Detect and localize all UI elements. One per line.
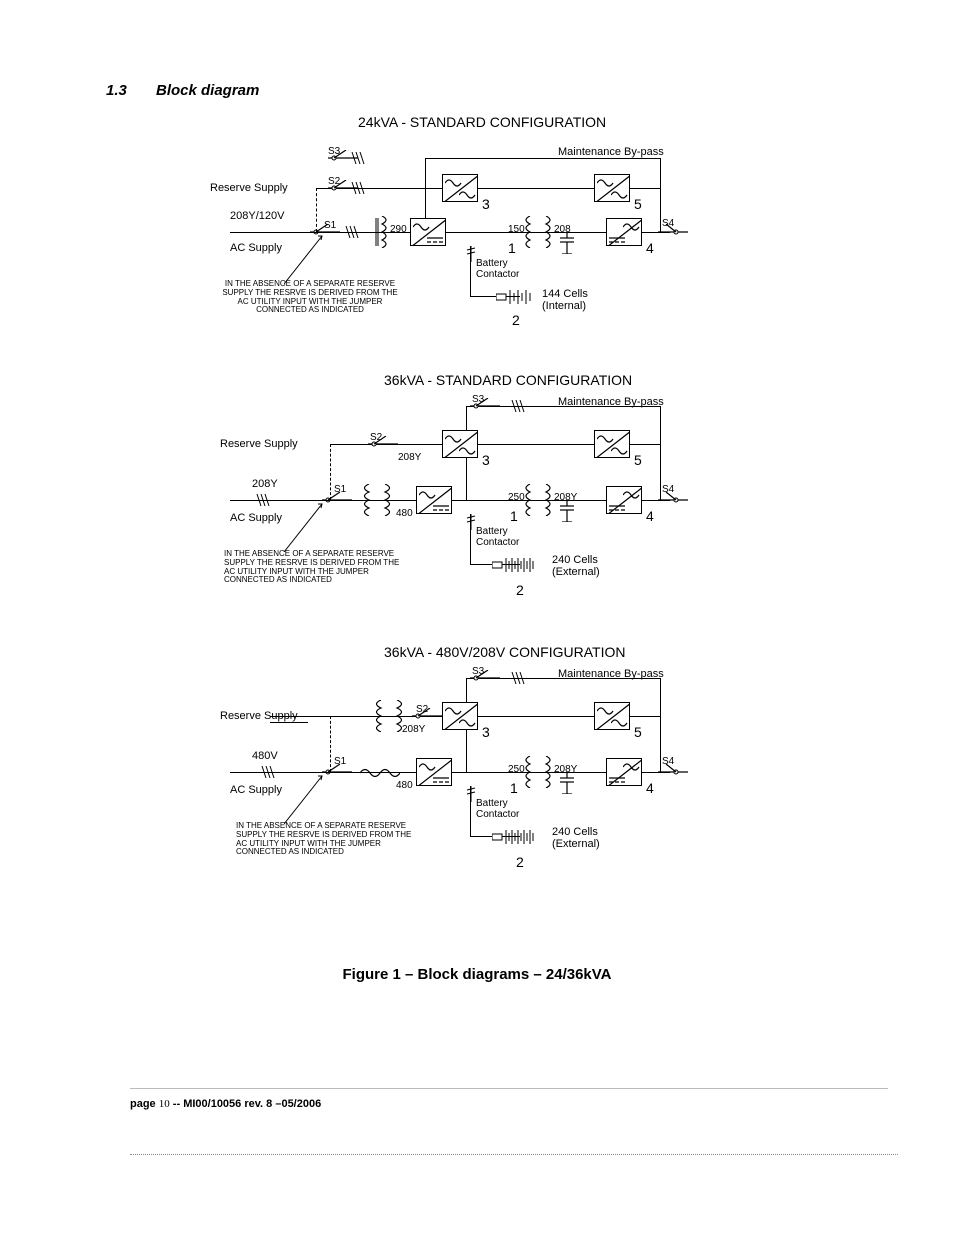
- footer-page-num: 10: [159, 1098, 170, 1110]
- diagram-3: Reserve Supply 480V AC Supply S1 S2 S3 S…: [210, 666, 700, 916]
- cells-label: 240 Cells: [552, 826, 598, 838]
- section-title: Block diagram: [156, 82, 259, 99]
- diagram-2: Reserve Supply 208Y AC Supply S1 S2 S3 S…: [210, 394, 700, 634]
- n1: 1: [508, 240, 516, 256]
- section-number: 1.3: [106, 82, 127, 99]
- cells-loc-label: (Internal): [542, 300, 586, 312]
- n3: 3: [482, 196, 490, 212]
- n3: 3: [482, 724, 490, 740]
- batt-cont-label: Battery Contactor: [476, 798, 519, 820]
- s2-label: S2: [370, 432, 382, 443]
- n4: 4: [646, 780, 654, 796]
- reserve-note: IN THE ABSENCE OF A SEPARATE RESERVE SUP…: [200, 280, 420, 315]
- vout-label: 208: [554, 224, 571, 235]
- vin-label: 480: [396, 508, 413, 519]
- s4-label: S4: [662, 218, 674, 229]
- s4-label: S4: [662, 756, 674, 767]
- n2: 2: [516, 854, 524, 870]
- vbus-label: 250: [508, 492, 525, 503]
- n5: 5: [634, 724, 642, 740]
- footer-rule: [130, 1088, 888, 1089]
- diagram2-title: 36kVA - STANDARD CONFIGURATION: [384, 372, 632, 388]
- n2: 2: [512, 312, 520, 328]
- n5: 5: [634, 452, 642, 468]
- reserve-label: Reserve Supply: [210, 182, 288, 194]
- ac-supply-label: AC Supply: [230, 784, 282, 796]
- n2: 2: [516, 582, 524, 598]
- n3: 3: [482, 452, 490, 468]
- s3-label: S3: [328, 146, 340, 157]
- footer-page-word: page: [130, 1098, 156, 1110]
- s2-label: S2: [416, 704, 428, 715]
- footer-dotted-rule: [130, 1154, 898, 1155]
- footer-rest: -- MI00/10056 rev. 8 –05/2006: [170, 1098, 321, 1110]
- s1-label: S1: [334, 756, 346, 767]
- figure-caption: Figure 1 – Block diagrams – 24/36kVA: [0, 966, 954, 983]
- cells-loc-label: (External): [552, 566, 600, 578]
- diagram3-title: 36kVA - 480V/208V CONFIGURATION: [384, 644, 625, 660]
- vout-label: 208Y: [554, 492, 577, 503]
- cells-loc-label: (External): [552, 838, 600, 850]
- cells-label: 144 Cells: [542, 288, 588, 300]
- page-footer: page 10 -- MI00/10056 rev. 8 –05/2006: [130, 1098, 321, 1110]
- cells-label: 240 Cells: [552, 554, 598, 566]
- diagram1-title: 24kVA - STANDARD CONFIGURATION: [358, 114, 606, 130]
- n4: 4: [646, 508, 654, 524]
- ac-supply-label: AC Supply: [230, 512, 282, 524]
- n4: 4: [646, 240, 654, 256]
- maint-label: Maintenance By-pass: [558, 668, 664, 680]
- s1-label: S1: [334, 484, 346, 495]
- batt-cont-label: Battery Contactor: [476, 258, 519, 280]
- vin-label: 480: [396, 780, 413, 791]
- reserve-label: Reserve Supply: [220, 710, 298, 722]
- vbus-label: 250: [508, 764, 525, 775]
- s4-label: S4: [662, 484, 674, 495]
- voltage-label: 208Y: [252, 478, 278, 490]
- reserve-label: Reserve Supply: [220, 438, 298, 450]
- n1: 1: [510, 508, 518, 524]
- reserve-note: IN THE ABSENCE OF A SEPARATE RESERVE SUP…: [224, 550, 434, 585]
- maint-label: Maintenance By-pass: [558, 396, 664, 408]
- s3-label: S3: [472, 666, 484, 677]
- diagram-1: Reserve Supply 208Y/120V AC Supply S1 S2…: [210, 140, 700, 360]
- s1-label: S1: [324, 220, 336, 231]
- vaux-label: 208Y: [398, 452, 421, 463]
- s3-label: S3: [472, 394, 484, 405]
- n5: 5: [634, 196, 642, 212]
- vbus-label: 150: [508, 224, 525, 235]
- voltage-label: 208Y/120V: [230, 210, 284, 222]
- voltage-label: 480V: [252, 750, 278, 762]
- vaux-label: 208Y: [402, 724, 425, 735]
- vin-label: 290: [390, 224, 407, 235]
- ac-supply-label: AC Supply: [230, 242, 282, 254]
- reserve-note: IN THE ABSENCE OF A SEPARATE RESERVE SUP…: [236, 822, 446, 857]
- n1: 1: [510, 780, 518, 796]
- maint-label: Maintenance By-pass: [558, 146, 664, 158]
- vout-label: 208Y: [554, 764, 577, 775]
- s2-label: S2: [328, 176, 340, 187]
- batt-cont-label: Battery Contactor: [476, 526, 519, 548]
